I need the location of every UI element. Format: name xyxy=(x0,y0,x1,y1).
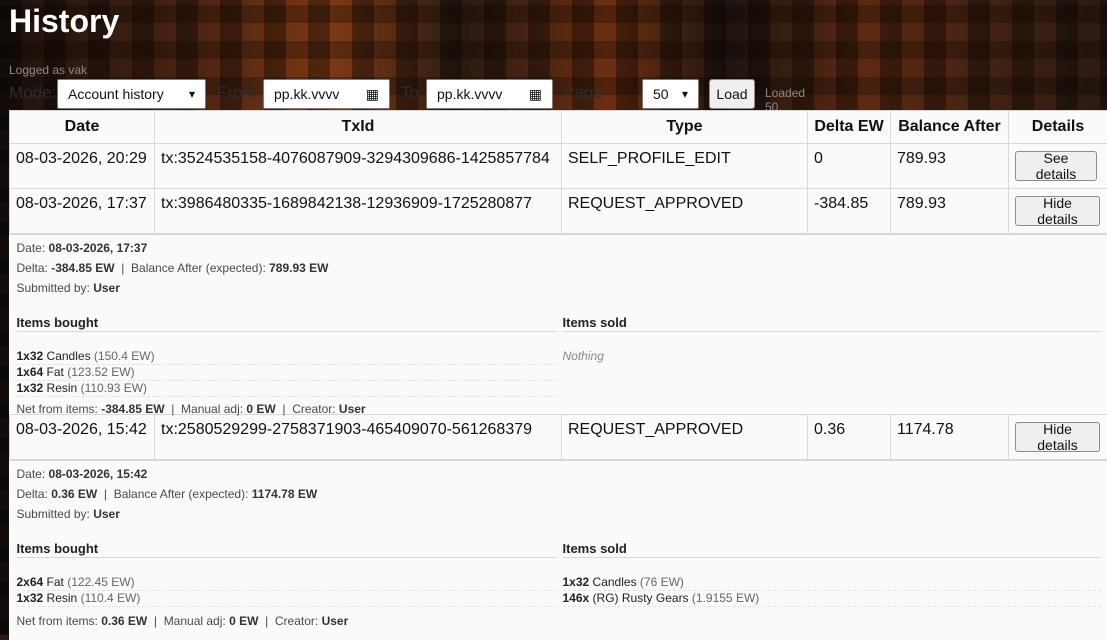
mode-select-value: Account history xyxy=(68,86,164,102)
net-summary-line: Net from items: 0.36 EW | Manual adj: 0 … xyxy=(17,614,1101,629)
cell-txid: tx:3986480335-1689842138-12936909-172528… xyxy=(155,189,562,234)
cell-date: 08-03-2026, 20:29 xyxy=(10,144,155,189)
cell-balance-after: 1174.78 xyxy=(891,415,1009,460)
items-bought-column: Items bought 1x32 Candles (150.4 EW) xyxy=(17,315,563,397)
cell-details: Hide details xyxy=(1009,415,1107,460)
detail-delta-line: Delta: 0.36 EW | Balance After (expected… xyxy=(17,484,1101,504)
header-date: Date xyxy=(10,111,155,144)
items-section: Items bought 2x64 Fat (122.45 EW) xyxy=(17,541,1101,607)
page-title: History xyxy=(9,3,119,40)
detail-row: Date: 08-03-2026, 17:37 Delta: -384.85 E… xyxy=(10,234,1107,415)
header-details: Details xyxy=(1009,111,1107,144)
cell-balance-after: 789.93 xyxy=(891,144,1009,189)
list-item: 2x64 Fat (122.45 EW) xyxy=(17,575,556,591)
logged-as-text: Logged as vak xyxy=(9,63,87,77)
header-delta: Delta EW xyxy=(808,111,891,144)
items-bought-list: 2x64 Fat (122.45 EW) 1x32 Resin (110.4 E… xyxy=(17,575,563,607)
detail-row: Date: 08-03-2026, 15:42 Delta: 0.36 EW |… xyxy=(10,460,1107,640)
chevron-down-icon: ▾ xyxy=(682,87,688,101)
header-txid: TxId xyxy=(155,111,562,144)
items-sold-list: Nothing xyxy=(563,349,1101,364)
table-row: 08-03-2026, 20:29 tx:3524535158-40760879… xyxy=(10,144,1107,189)
detail-submitted-line: Submitted by: User xyxy=(17,504,1101,524)
list-item: 1x32 Candles (150.4 EW) xyxy=(17,349,556,365)
detail-panel: Date: 08-03-2026, 17:37 Delta: -384.85 E… xyxy=(10,234,1107,414)
cell-type: REQUEST_APPROVED xyxy=(562,415,808,460)
cell-date: 08-03-2026, 15:42 xyxy=(10,415,155,460)
list-item: 1x32 Candles (76 EW) xyxy=(563,575,1101,591)
list-item: 146x (RG) Rusty Gears (1.9155 EW) xyxy=(563,591,1101,607)
items-sold-column: Items sold Nothing xyxy=(563,315,1101,397)
cell-type: SELF_PROFILE_EDIT xyxy=(562,144,808,189)
list-item: 1x64 Fat (123.52 EW) xyxy=(17,365,556,381)
detail-date-line: Date: 08-03-2026, 15:42 xyxy=(17,464,1101,484)
to-date-input[interactable]: pp.kk.vvvv ▦ xyxy=(426,79,553,109)
items-sold-heading: Items sold xyxy=(563,315,1101,332)
calendar-icon[interactable]: ▦ xyxy=(529,86,542,103)
cell-details: See details xyxy=(1009,144,1107,189)
page-size-select[interactable]: 50 ▾ xyxy=(642,79,699,109)
chevron-down-icon: ▾ xyxy=(189,87,195,101)
to-label: To: xyxy=(401,83,424,103)
history-table-wrap: Date TxId Type Delta EW Balance After De… xyxy=(9,110,1107,640)
items-sold-heading: Items sold xyxy=(563,541,1101,558)
to-date-placeholder: pp.kk.vvvv xyxy=(437,86,502,102)
cell-date: 08-03-2026, 17:37 xyxy=(10,189,155,234)
from-date-placeholder: pp.kk.vvvv xyxy=(274,86,339,102)
detail-date-line: Date: 08-03-2026, 17:37 xyxy=(17,238,1101,258)
detail-delta-line: Delta: -384.85 EW | Balance After (expec… xyxy=(17,258,1101,278)
items-bought-heading: Items bought xyxy=(17,541,556,558)
calendar-icon[interactable]: ▦ xyxy=(366,86,379,103)
items-bought-heading: Items bought xyxy=(17,315,556,332)
from-date-input[interactable]: pp.kk.vvvv ▦ xyxy=(263,79,390,109)
detail-submitted-line: Submitted by: User xyxy=(17,278,1101,298)
from-label: From: xyxy=(217,83,261,103)
detail-cell: Date: 08-03-2026, 15:42 Delta: 0.36 EW |… xyxy=(10,460,1107,640)
header-type: Type xyxy=(562,111,808,144)
cell-type: REQUEST_APPROVED xyxy=(562,189,808,234)
items-sold-column: Items sold 1x32 Candles (76 EW) xyxy=(563,541,1101,607)
cell-delta: 0.36 xyxy=(808,415,891,460)
history-table: Date TxId Type Delta EW Balance After De… xyxy=(9,110,1107,640)
hide-details-button[interactable]: Hide details xyxy=(1015,196,1100,226)
cell-balance-after: 789.93 xyxy=(891,189,1009,234)
list-item: 1x32 Resin (110.4 EW) xyxy=(17,591,556,607)
table-row: 08-03-2026, 17:37 tx:3986480335-16898421… xyxy=(10,189,1107,234)
load-button[interactable]: Load xyxy=(709,79,755,109)
see-details-button[interactable]: See details xyxy=(1015,151,1097,181)
table-header-row: Date TxId Type Delta EW Balance After De… xyxy=(10,111,1107,144)
cell-delta: 0 xyxy=(808,144,891,189)
items-bought-list: 1x32 Candles (150.4 EW) 1x64 Fat (123.52… xyxy=(17,349,563,397)
list-item: 1x32 Resin (110.93 EW) xyxy=(17,381,556,397)
cell-txid: tx:2580529299-2758371903-465409070-56126… xyxy=(155,415,562,460)
cell-details: Hide details xyxy=(1009,189,1107,234)
detail-cell: Date: 08-03-2026, 17:37 Delta: -384.85 E… xyxy=(10,234,1107,415)
mode-select[interactable]: Account history ▾ xyxy=(57,79,206,109)
page-size-value: 50 xyxy=(653,86,669,102)
items-sold-list: 1x32 Candles (76 EW) 146x (RG) Rusty Gea… xyxy=(563,575,1101,607)
cell-txid: tx:3524535158-4076087909-3294309686-1425… xyxy=(155,144,562,189)
hide-details-button[interactable]: Hide details xyxy=(1015,422,1100,452)
table-row: 08-03-2026, 15:42 tx:2580529299-27583719… xyxy=(10,415,1107,460)
header-balance-after: Balance After xyxy=(891,111,1009,144)
mode-label: Mode: xyxy=(9,83,56,103)
items-section: Items bought 1x32 Candles (150.4 EW) xyxy=(17,315,1101,397)
detail-panel: Date: 08-03-2026, 15:42 Delta: 0.36 EW |… xyxy=(10,460,1107,640)
items-bought-column: Items bought 2x64 Fat (122.45 EW) xyxy=(17,541,563,607)
items-sold-empty: Nothing xyxy=(563,349,1101,364)
cell-delta: -384.85 xyxy=(808,189,891,234)
